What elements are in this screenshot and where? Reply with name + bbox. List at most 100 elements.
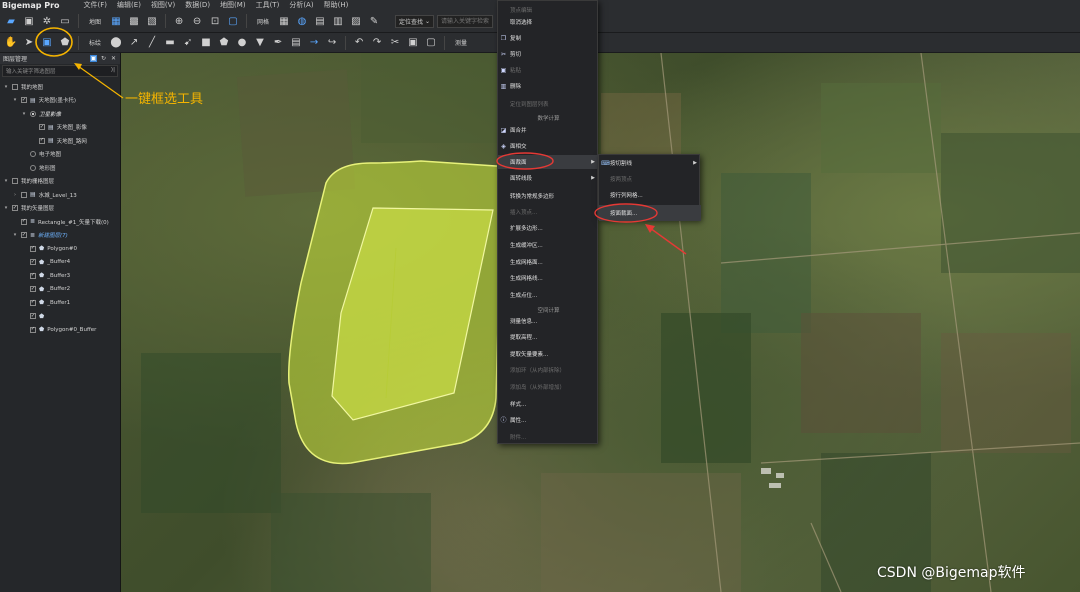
expand-toggle-icon[interactable]: › bbox=[12, 192, 18, 198]
context-menu-item[interactable]: 测量信息... bbox=[498, 314, 599, 328]
layer-checkbox[interactable]: ✓ bbox=[30, 259, 36, 266]
open-folder-icon[interactable]: ▰ bbox=[4, 14, 18, 28]
layer-checkbox[interactable]: ✓ bbox=[30, 299, 36, 306]
context-menu-item[interactable]: 提取矢量要素... bbox=[498, 347, 599, 361]
menu-view[interactable]: 视图(V) bbox=[151, 0, 175, 10]
context-menu-item[interactable]: 生成网格线... bbox=[498, 271, 599, 285]
context-menu-item[interactable]: ❐ 复制 bbox=[498, 31, 599, 45]
arrow-right-icon[interactable]: → bbox=[307, 36, 321, 50]
menu-data[interactable]: 数据(D) bbox=[185, 0, 210, 10]
layer-tree-row[interactable]: 电子地图 bbox=[0, 148, 120, 162]
expand-toggle-icon[interactable]: ▾ bbox=[12, 97, 18, 103]
window-icon[interactable]: ▭ bbox=[58, 14, 72, 28]
context-menu-item[interactable]: 面转线段 ▶ bbox=[498, 171, 599, 185]
layer-checkbox[interactable]: ✓ bbox=[30, 272, 36, 279]
close-icon[interactable]: ✕ bbox=[110, 55, 117, 62]
layer-tree-row[interactable]: ▾ 我的栅格图层 bbox=[0, 175, 120, 189]
layer-tree-row[interactable]: ▾ 我的地图 bbox=[0, 80, 120, 94]
menu-file[interactable]: 文件(F) bbox=[84, 0, 108, 10]
circle-icon[interactable]: ● bbox=[235, 36, 249, 50]
grid-icon[interactable]: ▦ bbox=[277, 14, 291, 28]
map-source-icon[interactable]: ▦ bbox=[109, 14, 123, 28]
full-extent-icon[interactable]: ▢ bbox=[226, 14, 240, 28]
layer-tree-row[interactable]: ▾ ✓ ≣ 新建图层(7) bbox=[0, 229, 120, 243]
menu-edit[interactable]: 编辑(E) bbox=[117, 0, 141, 10]
expand-toggle-icon[interactable]: ▾ bbox=[21, 111, 27, 117]
layer-tree-row[interactable]: ✓ ≣ Rectangle_#1_矢量下载(0) bbox=[0, 215, 120, 229]
menu-tools[interactable]: 工具(T) bbox=[256, 0, 280, 10]
save-icon[interactable]: ▣ bbox=[22, 14, 36, 28]
layer-tree-row[interactable]: ▾ ✓ ▤ 天地图(墨卡托) bbox=[0, 94, 120, 108]
map-layer-icon[interactable]: ▩ bbox=[127, 14, 141, 28]
image-icon[interactable]: ▨ bbox=[349, 14, 363, 28]
curve-arrow-icon[interactable]: ↪ bbox=[325, 36, 339, 50]
context-menu-item[interactable]: 取消选择 bbox=[498, 15, 599, 29]
table-icon[interactable]: ▤ bbox=[313, 14, 327, 28]
undo-icon[interactable]: ↶ bbox=[352, 36, 366, 50]
dock-icon[interactable]: ▣ bbox=[90, 55, 97, 62]
layer-tree-row[interactable]: ✓ ⬟ _Buffer1 bbox=[0, 296, 120, 310]
layer-radio[interactable] bbox=[30, 164, 36, 171]
select-arrow-icon[interactable]: ➤ bbox=[22, 36, 36, 50]
context-menu-item[interactable]: ⓘ 属性... bbox=[498, 413, 599, 427]
context-menu-item[interactable]: 转换为常规多边形 bbox=[498, 189, 599, 203]
layer-checkbox[interactable]: ✓ bbox=[30, 326, 36, 333]
scissors-icon[interactable]: ✂ bbox=[388, 36, 402, 50]
collapse-icon[interactable]: ⟩| bbox=[111, 67, 115, 73]
menu-analysis[interactable]: 分析(A) bbox=[289, 0, 313, 10]
context-menu-item[interactable]: 样式... bbox=[498, 397, 599, 411]
triangle-icon[interactable]: ▼ bbox=[253, 36, 267, 50]
layer-checkbox[interactable]: ✓ bbox=[39, 137, 45, 144]
expand-toggle-icon[interactable]: ▾ bbox=[3, 205, 9, 211]
submenu-item[interactable]: 按面裁面... bbox=[599, 205, 701, 221]
polygon-select-icon[interactable]: ⬟ bbox=[58, 36, 72, 50]
layer-checkbox[interactable] bbox=[12, 178, 18, 185]
pentagon-icon[interactable]: ⬟ bbox=[217, 36, 231, 50]
layer-tree-row[interactable]: ✓ ⬟ Polygon#0 bbox=[0, 242, 120, 256]
expand-toggle-icon[interactable]: ▾ bbox=[3, 84, 9, 90]
zoom-in-icon[interactable]: ⊕ bbox=[172, 14, 186, 28]
menu-map[interactable]: 地图(M) bbox=[220, 0, 246, 10]
context-menu-item[interactable]: 生成点位... bbox=[498, 288, 599, 302]
context-menu-item[interactable]: 扩展多边形... bbox=[498, 221, 599, 235]
layer-tree-row[interactable]: ✓ ⬟ bbox=[0, 310, 120, 324]
layer-tree-row[interactable]: ✓ ⬟ Polygon#0_Buffer bbox=[0, 323, 120, 337]
layer-checkbox[interactable]: ✓ bbox=[30, 245, 36, 252]
layer-checkbox[interactable]: ✓ bbox=[12, 205, 18, 212]
layer-tree-row[interactable]: › ▤ 水城_Level_13 bbox=[0, 188, 120, 202]
context-menu-item[interactable]: ◈ 面相交 bbox=[498, 139, 599, 153]
layer-tree-row[interactable]: 地形图 bbox=[0, 161, 120, 175]
globe-icon[interactable]: ◍ bbox=[295, 14, 309, 28]
context-menu-item[interactable]: 面裁面 ▶ bbox=[498, 155, 599, 169]
polyline-icon[interactable]: ↗ bbox=[127, 36, 141, 50]
map-canvas[interactable] bbox=[121, 53, 1080, 592]
pen-icon[interactable]: ✒ bbox=[271, 36, 285, 50]
square-icon[interactable]: ■ bbox=[199, 36, 213, 50]
layer-tree-row[interactable]: ✓ ⬟ _Buffer4 bbox=[0, 256, 120, 270]
layer-checkbox[interactable] bbox=[12, 83, 18, 90]
gear-icon[interactable]: ✲ bbox=[40, 14, 54, 28]
expand-toggle-icon[interactable]: ▾ bbox=[12, 232, 18, 238]
layer-checkbox[interactable]: ✓ bbox=[21, 97, 27, 104]
expand-toggle-icon[interactable]: ▾ bbox=[3, 178, 9, 184]
locate-select[interactable]: 定位查找 ⌄ bbox=[395, 14, 434, 28]
layer-tree-row[interactable]: ✓ ▤ 天地图_影像 bbox=[0, 121, 120, 135]
map-switch-icon[interactable]: ▧ bbox=[145, 14, 159, 28]
brush-icon[interactable]: ✎ bbox=[367, 14, 381, 28]
layer-tree-row[interactable]: ✓ ⬟ _Buffer2 bbox=[0, 283, 120, 297]
freehand-icon[interactable]: ➹ bbox=[181, 36, 195, 50]
context-menu-item[interactable]: ▥ 删除 bbox=[498, 79, 599, 93]
image-overlay-icon[interactable]: ▤ bbox=[289, 36, 303, 50]
zoom-out-icon[interactable]: ⊖ bbox=[190, 14, 204, 28]
clipboard-icon[interactable]: ▣ bbox=[406, 36, 420, 50]
layer-checkbox[interactable]: ✓ bbox=[21, 232, 27, 239]
marker-icon[interactable]: ⬤ bbox=[109, 36, 123, 50]
box-select-icon[interactable]: ▣ bbox=[40, 36, 54, 50]
zoom-fit-icon[interactable]: ⊡ bbox=[208, 14, 222, 28]
locate-search-input[interactable] bbox=[436, 14, 493, 28]
layer-checkbox[interactable]: ✓ bbox=[21, 218, 27, 225]
layer-tree-row[interactable]: ✓ ▤ 天地图_路网 bbox=[0, 134, 120, 148]
line-icon[interactable]: ╱ bbox=[145, 36, 159, 50]
layer-checkbox[interactable]: ✓ bbox=[30, 286, 36, 293]
redo-icon[interactable]: ↷ bbox=[370, 36, 384, 50]
